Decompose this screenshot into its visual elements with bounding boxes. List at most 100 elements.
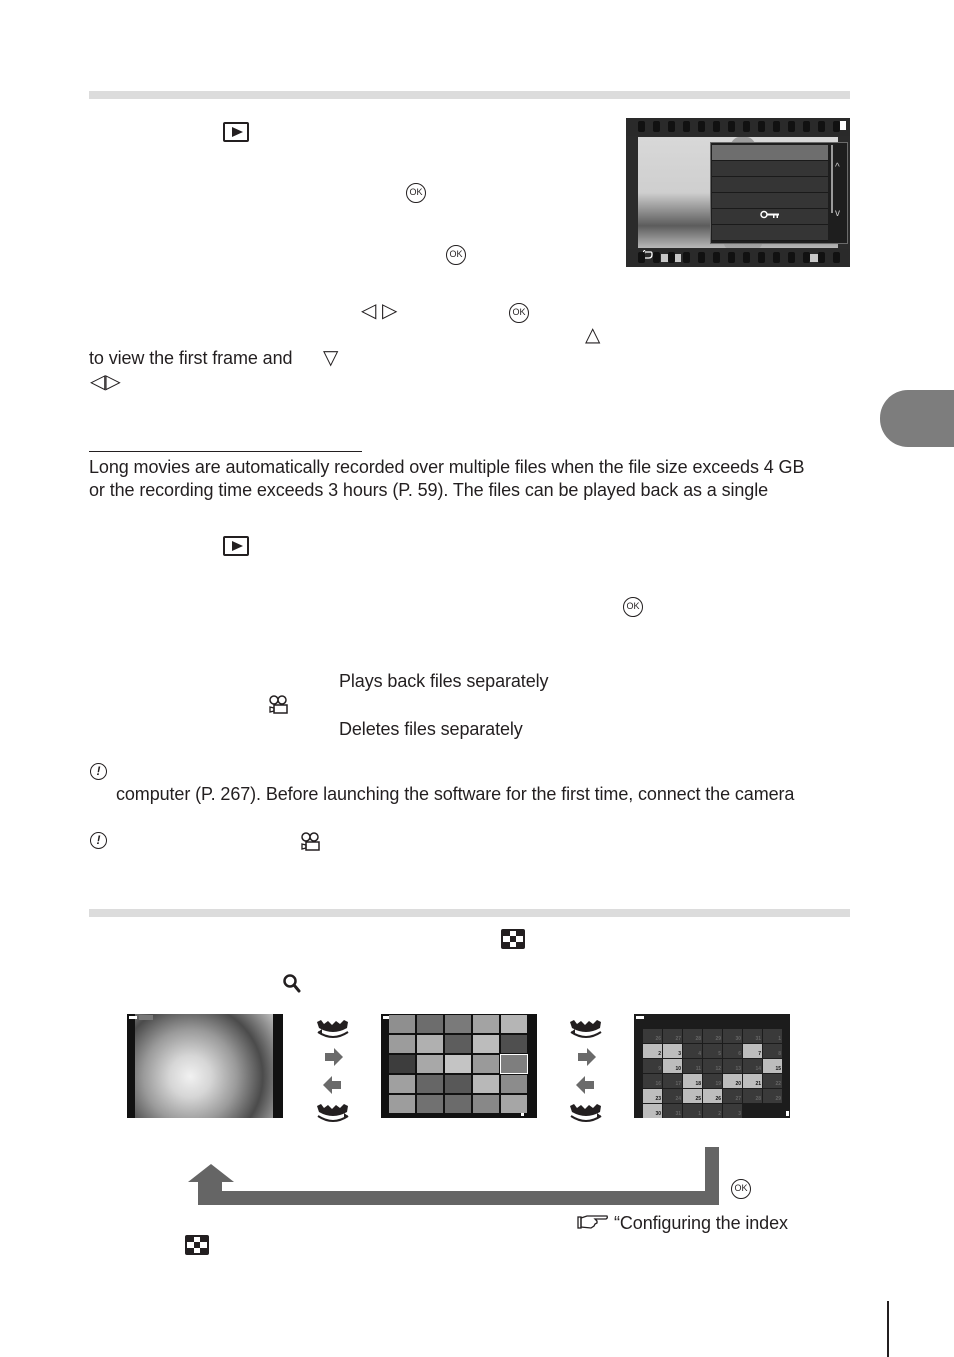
calendar-day[interactable]: 2: [643, 1044, 662, 1058]
calendar-day[interactable]: 30: [643, 1104, 662, 1118]
film-hole: [713, 252, 720, 263]
option-description-play: Plays back files separately: [339, 671, 549, 691]
thumbnail[interactable]: [501, 1015, 527, 1033]
calendar-day[interactable]: 18: [683, 1074, 702, 1088]
calendar-day[interactable]: 31: [743, 1029, 762, 1043]
thumbnail[interactable]: [389, 1015, 415, 1033]
calendar-day[interactable]: 15: [763, 1059, 782, 1073]
calendar-day[interactable]: 5: [703, 1044, 722, 1058]
thumbnail[interactable]: [445, 1075, 471, 1093]
playback-button-icon: [223, 536, 249, 556]
thumbnail[interactable]: [473, 1075, 499, 1093]
arrow-right-icon: [578, 1048, 596, 1066]
thumbnail[interactable]: [500, 1054, 528, 1074]
calendar-day[interactable]: 12: [703, 1059, 722, 1073]
subheading-underline: [89, 451, 362, 452]
thumbnail[interactable]: [473, 1095, 499, 1113]
menu-item[interactable]: [712, 193, 828, 209]
film-hole: [653, 121, 660, 132]
menu-item[interactable]: [712, 177, 828, 193]
thumbnail[interactable]: [389, 1055, 415, 1073]
calendar-day[interactable]: 31: [663, 1104, 682, 1118]
caution-icon: !: [90, 832, 107, 849]
calendar-day[interactable]: 14: [743, 1059, 762, 1073]
calendar-day[interactable]: 20: [723, 1074, 742, 1088]
rear-dial-icon: [315, 1018, 351, 1040]
movie-playback-menu: ^ v: [710, 142, 848, 244]
left-right-arrows-icon: ◁▷: [90, 371, 121, 393]
menu-item[interactable]: [712, 161, 828, 177]
thumbnail[interactable]: [389, 1075, 415, 1093]
calendar-day[interactable]: 17: [663, 1074, 682, 1088]
calendar-day[interactable]: 13: [723, 1059, 742, 1073]
film-hole: [698, 252, 705, 263]
calendar-day[interactable]: 3: [663, 1044, 682, 1058]
calendar-day[interactable]: 9: [643, 1059, 662, 1073]
calendar-day[interactable]: 16: [643, 1074, 662, 1088]
thumbnail[interactable]: [501, 1075, 527, 1093]
calendar-day[interactable]: 26: [643, 1029, 662, 1043]
menu-item[interactable]: [712, 225, 828, 241]
film-hole: [728, 121, 735, 132]
calendar-day[interactable]: 28: [683, 1029, 702, 1043]
calendar-day[interactable]: 8: [763, 1044, 782, 1058]
calendar-day[interactable]: 29: [703, 1029, 722, 1043]
thumbnail[interactable]: [445, 1035, 471, 1053]
thumbnail[interactable]: [417, 1015, 443, 1033]
magnify-icon: [282, 973, 302, 998]
thumbnail[interactable]: [473, 1015, 499, 1033]
battery-icon: [129, 1016, 137, 1019]
thumbnail[interactable]: [417, 1095, 443, 1113]
scroll-down-icon[interactable]: v: [835, 209, 840, 219]
menu-item[interactable]: [712, 145, 828, 161]
calendar-day[interactable]: 27: [723, 1089, 742, 1103]
thumbnail[interactable]: [445, 1095, 471, 1113]
index-playback-screen: [381, 1014, 537, 1118]
calendar-day[interactable]: 2: [703, 1104, 722, 1118]
calendar-day[interactable]: 19: [703, 1074, 722, 1088]
thumbnail[interactable]: [501, 1095, 527, 1113]
menu-item-protect[interactable]: [712, 209, 828, 225]
thumbnail[interactable]: [501, 1035, 527, 1053]
thumbnail[interactable]: [389, 1035, 415, 1053]
calendar-day[interactable]: 1: [683, 1104, 702, 1118]
movie-icon: [268, 695, 290, 715]
ok-button-icon: OK: [623, 597, 643, 617]
calendar-day[interactable]: 4: [683, 1044, 702, 1058]
body-text: or the recording time exceeds 3 hours (P…: [89, 480, 769, 500]
thumbnail[interactable]: [417, 1055, 443, 1073]
calendar-day[interactable]: 7: [743, 1044, 762, 1058]
thumbnail[interactable]: [417, 1035, 443, 1053]
sd-card-icon: [786, 1111, 789, 1116]
index-playback-icon: [501, 929, 525, 949]
film-hole: [788, 121, 795, 132]
calendar-day[interactable]: 27: [663, 1029, 682, 1043]
thumbnail[interactable]: [473, 1055, 499, 1073]
calendar-day[interactable]: 29: [763, 1089, 782, 1103]
menu-scrollbar[interactable]: [831, 145, 833, 213]
calendar-day[interactable]: 25: [683, 1089, 702, 1103]
thumbnail[interactable]: [417, 1075, 443, 1093]
film-hole: [728, 252, 735, 263]
calendar-day[interactable]: 10: [663, 1059, 682, 1073]
thumbnail[interactable]: [445, 1055, 471, 1073]
calendar-day[interactable]: 23: [643, 1089, 662, 1103]
calendar-day[interactable]: 3: [723, 1104, 742, 1118]
calendar-day[interactable]: 1: [763, 1029, 782, 1043]
thumbnail[interactable]: [389, 1095, 415, 1113]
calendar-day[interactable]: 28: [743, 1089, 762, 1103]
calendar-day[interactable]: 30: [723, 1029, 742, 1043]
scroll-up-icon[interactable]: ^: [835, 163, 840, 173]
calendar-day[interactable]: 6: [723, 1044, 742, 1058]
thumbnail[interactable]: [473, 1035, 499, 1053]
calendar-day[interactable]: 22: [763, 1074, 782, 1088]
rear-dial-icon: [568, 1018, 604, 1040]
left-right-arrows-icon: ◁ ▷: [361, 300, 398, 322]
calendar-day[interactable]: 24: [663, 1089, 682, 1103]
protect-key-icon: [760, 210, 780, 222]
calendar-day[interactable]: 26: [703, 1089, 722, 1103]
thumbnail[interactable]: [445, 1015, 471, 1033]
calendar-day[interactable]: 11: [683, 1059, 702, 1073]
option-description-delete: Deletes files separately: [339, 719, 523, 739]
calendar-day[interactable]: 21: [743, 1074, 762, 1088]
